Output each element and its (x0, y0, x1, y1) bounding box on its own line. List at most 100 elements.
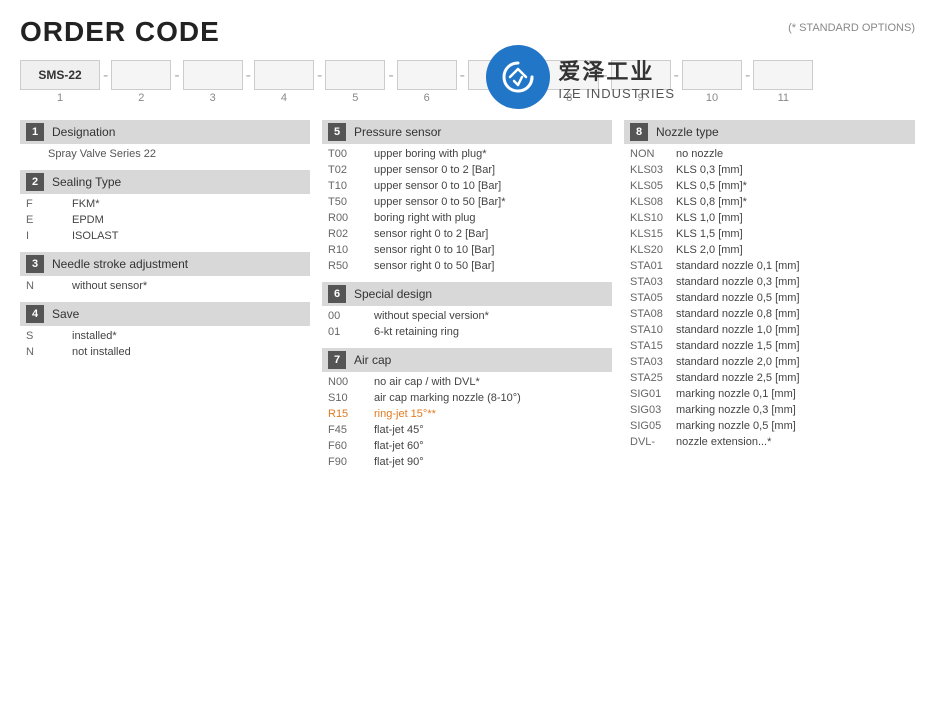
row-desc: 6-kt retaining ring (374, 326, 459, 338)
row-code: NON (630, 148, 668, 160)
list-item: S10 air cap marking nozzle (8-10°) (322, 390, 612, 406)
section-2-body: F FKM* E EPDM I ISOLAST (20, 196, 310, 244)
row-code: SIG01 (630, 388, 668, 400)
row-code: STA25 (630, 372, 668, 384)
list-item: R02 sensor right 0 to 2 [Bar] (322, 226, 612, 242)
section-1-title: Designation (52, 125, 115, 139)
oc-dash-10: - (742, 60, 753, 85)
row-desc: without special version* (374, 310, 489, 322)
row-code: SIG03 (630, 404, 668, 416)
list-item: E EPDM (20, 212, 310, 228)
list-item: N not installed (20, 344, 310, 360)
oc-box-2 (111, 60, 171, 90)
row-desc: marking nozzle 0,1 [mm] (676, 388, 796, 400)
row-desc: without sensor* (72, 280, 147, 292)
row-desc: flat-jet 45° (374, 424, 424, 436)
row-code: STA05 (630, 292, 668, 304)
row-code: T50 (328, 196, 366, 208)
list-item: T10 upper sensor 0 to 10 [Bar] (322, 178, 612, 194)
row-code: STA10 (630, 324, 668, 336)
row-desc: nozzle extension...* (676, 436, 771, 448)
section-5-title: Pressure sensor (354, 125, 441, 139)
row-desc: marking nozzle 0,5 [mm] (676, 420, 796, 432)
oc-dash-6: - (457, 60, 468, 85)
list-item: STA01 standard nozzle 0,1 [mm] (624, 258, 915, 274)
row-desc: sensor right 0 to 50 [Bar] (374, 260, 494, 272)
row-desc: marking nozzle 0,3 [mm] (676, 404, 796, 416)
row-code: F60 (328, 440, 366, 452)
section-5: 5 Pressure sensor T00 upper boring with … (322, 120, 612, 274)
row-code: R02 (328, 228, 366, 240)
list-item: KLS10 KLS 1,0 [mm] (624, 210, 915, 226)
section-8-num: 8 (630, 123, 648, 141)
oc-segment-5: 5 (325, 60, 385, 104)
row-desc: upper boring with plug* (374, 148, 487, 160)
oc-dash-5: - (385, 60, 396, 85)
oc-dash-3: - (243, 60, 254, 85)
logo-text: 爱泽工业 IZE INDUSTRIES (558, 54, 675, 101)
list-item: I ISOLAST (20, 228, 310, 244)
section-3-title: Needle stroke adjustment (52, 257, 188, 271)
row-desc: KLS 1,5 [mm] (676, 228, 743, 240)
list-item: KLS05 KLS 0,5 [mm]* (624, 178, 915, 194)
logo-icon (496, 55, 540, 99)
page-title: ORDER CODE (20, 16, 220, 48)
list-item: KLS03 KLS 0,3 [mm] (624, 162, 915, 178)
section-6-title: Special design (354, 287, 432, 301)
row-desc: boring right with plug (374, 212, 476, 224)
row-desc: standard nozzle 1,0 [mm] (676, 324, 800, 336)
oc-box-sms: SMS-22 (20, 60, 100, 90)
row-desc: EPDM (72, 214, 104, 226)
logo-circle (486, 45, 550, 109)
section-3-header: 3 Needle stroke adjustment (20, 252, 310, 276)
oc-label-4: 4 (281, 92, 287, 104)
row-desc: KLS 2,0 [mm] (676, 244, 743, 256)
col-right: 8 Nozzle type NON no nozzle KLS03 KLS 0,… (624, 120, 915, 478)
list-item: STA08 standard nozzle 0,8 [mm] (624, 306, 915, 322)
section-5-body: T00 upper boring with plug* T02 upper se… (322, 146, 612, 274)
row-code: R15 (328, 408, 366, 420)
oc-box-3 (183, 60, 243, 90)
row-code: KLS10 (630, 212, 668, 224)
list-item: STA03 standard nozzle 2,0 [mm] (624, 354, 915, 370)
section-5-num: 5 (328, 123, 346, 141)
oc-label-10: 10 (706, 92, 718, 104)
list-item: SIG03 marking nozzle 0,3 [mm] (624, 402, 915, 418)
oc-label-2: 2 (138, 92, 144, 104)
section-7-num: 7 (328, 351, 346, 369)
oc-segment-1: SMS-22 1 (20, 60, 100, 104)
row-code: E (26, 214, 64, 226)
logo-overlay: 爱泽工业 IZE INDUSTRIES (486, 45, 675, 109)
oc-segment-3: 3 (183, 60, 243, 104)
row-desc: FKM* (72, 198, 100, 210)
list-item: STA10 standard nozzle 1,0 [mm] (624, 322, 915, 338)
row-code: N (26, 346, 64, 358)
list-item: 01 6-kt retaining ring (322, 324, 612, 340)
oc-box-5 (325, 60, 385, 90)
row-code: 01 (328, 326, 366, 338)
oc-label-1: 1 (57, 92, 63, 104)
list-item: R15 ring-jet 15°** (322, 406, 612, 422)
section-8-title: Nozzle type (656, 125, 719, 139)
row-desc: standard nozzle 0,5 [mm] (676, 292, 800, 304)
row-code: STA08 (630, 308, 668, 320)
section-3-body: N without sensor* (20, 278, 310, 294)
section-8-header: 8 Nozzle type (624, 120, 915, 144)
list-item: N without sensor* (20, 278, 310, 294)
row-code: STA03 (630, 276, 668, 288)
section-1-num: 1 (26, 123, 44, 141)
oc-segment-11: 11 (753, 60, 813, 104)
list-item: KLS20 KLS 2,0 [mm] (624, 242, 915, 258)
oc-dash-4: - (314, 60, 325, 85)
section-6-num: 6 (328, 285, 346, 303)
section-4-title: Save (52, 307, 79, 321)
section-4-header: 4 Save (20, 302, 310, 326)
oc-label-11: 11 (778, 92, 789, 104)
row-code: SIG05 (630, 420, 668, 432)
list-item: T00 upper boring with plug* (322, 146, 612, 162)
list-item: T50 upper sensor 0 to 50 [Bar]* (322, 194, 612, 210)
row-code: F90 (328, 456, 366, 468)
section-6-header: 6 Special design (322, 282, 612, 306)
row-desc: standard nozzle 1,5 [mm] (676, 340, 800, 352)
list-item: STA25 standard nozzle 2,5 [mm] (624, 370, 915, 386)
